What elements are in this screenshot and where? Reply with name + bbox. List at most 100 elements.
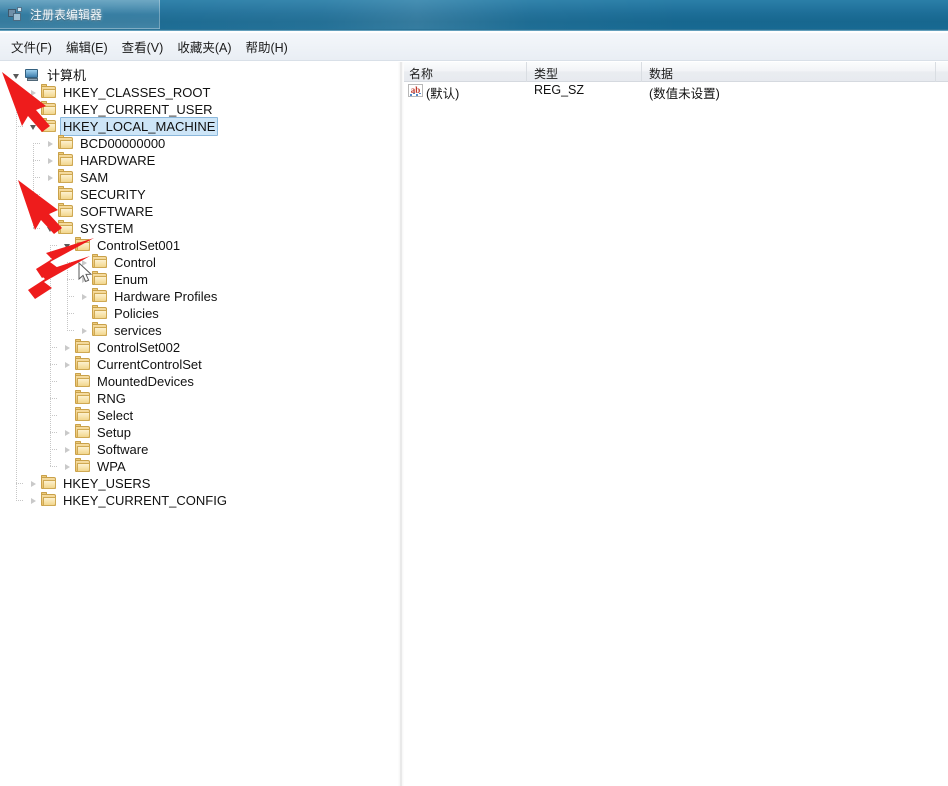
column-separator[interactable] <box>641 62 642 82</box>
tree-node[interactable]: CurrentControlSet <box>0 356 398 373</box>
tree-guide-line <box>50 347 57 348</box>
tree-node[interactable]: SOFTWARE <box>0 203 398 220</box>
chevron-down-icon[interactable] <box>9 67 23 84</box>
registry-editor-window: 注册表编辑器 文件(F) 编辑(E) 查看(V) 收藏夹(A) 帮助(H) 计算… <box>0 0 948 786</box>
value-row[interactable]: ab (默认) REG_SZ (数值未设置) <box>404 82 948 101</box>
column-data[interactable]: 数据 <box>649 65 673 82</box>
tree-guide-line <box>50 466 57 467</box>
menu-edit[interactable]: 编辑(E) <box>59 34 115 59</box>
chevron-right-icon[interactable] <box>77 322 91 339</box>
chevron-down-icon[interactable] <box>60 237 74 254</box>
tree-node[interactable]: Setup <box>0 424 398 441</box>
tree-guide-line <box>67 279 74 280</box>
tree-node[interactable]: SECURITY <box>0 186 398 203</box>
column-type[interactable]: 类型 <box>534 65 558 82</box>
values-list[interactable]: ab (默认) REG_SZ (数值未设置) <box>404 82 948 101</box>
tree-node-label: Enum <box>114 272 148 287</box>
tree-node-leaf-spacer <box>60 390 74 407</box>
tree-node[interactable]: WPA <box>0 458 398 475</box>
tree-node[interactable]: HKEY_CLASSES_ROOT <box>0 84 398 101</box>
folder-icon <box>41 101 56 116</box>
tree-guide-line <box>50 432 57 433</box>
tree-node[interactable]: HKEY_LOCAL_MACHINE <box>0 117 398 136</box>
chevron-right-icon[interactable] <box>60 424 74 441</box>
tree-node[interactable]: SYSTEM <box>0 220 398 237</box>
chevron-right-icon[interactable] <box>60 441 74 458</box>
column-separator[interactable] <box>935 62 936 82</box>
chevron-right-icon[interactable] <box>26 84 40 101</box>
tree-node[interactable]: HKEY_CURRENT_USER <box>0 101 398 118</box>
tree-node-label: Software <box>97 442 149 457</box>
tree-node-label: HKEY_CURRENT_CONFIG <box>63 493 227 508</box>
tree-node[interactable]: Software <box>0 441 398 458</box>
registry-tree-pane[interactable]: 计算机 HKEY_CLASSES_ROOT HKEY_CURRENT_USER HKE… <box>0 62 398 786</box>
tree-node-leaf-spacer <box>77 305 91 322</box>
chevron-right-icon[interactable] <box>26 101 40 118</box>
menu-file[interactable]: 文件(F) <box>4 34 59 59</box>
tree-node[interactable]: BCD00000000 <box>0 135 398 152</box>
tree-node[interactable]: ControlSet001 <box>0 237 398 254</box>
tree-guide-line <box>33 177 40 178</box>
tree-node[interactable]: services <box>0 322 398 339</box>
tree-node-label: Setup <box>97 425 131 440</box>
tree-guide-line <box>50 245 57 246</box>
value-type: REG_SZ <box>534 83 585 97</box>
chevron-right-icon[interactable] <box>43 203 57 220</box>
string-value-icon: ab <box>408 84 423 97</box>
folder-icon <box>92 288 107 303</box>
registry-tree[interactable]: 计算机 HKEY_CLASSES_ROOT HKEY_CURRENT_USER HKE… <box>0 62 398 509</box>
chevron-right-icon[interactable] <box>77 288 91 305</box>
tree-node-label: 计算机 <box>47 68 87 83</box>
tree-node[interactable]: ControlSet002 <box>0 339 398 356</box>
tree-guide-line <box>16 500 23 501</box>
tree-node[interactable]: SAM <box>0 169 398 186</box>
tree-node[interactable]: HARDWARE <box>0 152 398 169</box>
tree-node[interactable]: HKEY_USERS <box>0 475 398 492</box>
tree-node[interactable]: Select <box>0 407 398 424</box>
chevron-right-icon[interactable] <box>77 254 91 271</box>
tree-guide-line <box>33 194 40 195</box>
tree-node-label: SOFTWARE <box>80 204 154 219</box>
folder-icon <box>58 169 73 184</box>
column-name[interactable]: 名称 <box>409 65 433 82</box>
tree-node-label: HKEY_CURRENT_USER <box>63 102 213 117</box>
title-bar: 注册表编辑器 <box>0 0 948 31</box>
chevron-right-icon[interactable] <box>77 271 91 288</box>
tree-node[interactable]: HKEY_CURRENT_CONFIG <box>0 492 398 509</box>
chevron-right-icon[interactable] <box>26 492 40 509</box>
tree-guide-line <box>50 449 57 450</box>
chevron-down-icon[interactable] <box>43 220 57 237</box>
chevron-right-icon[interactable] <box>60 458 74 475</box>
tree-node[interactable]: Control <box>0 254 398 271</box>
tree-node-label: BCD00000000 <box>80 136 166 151</box>
tree-node-label: HKEY_CLASSES_ROOT <box>63 85 211 100</box>
tree-node-label: WPA <box>97 459 126 474</box>
chevron-right-icon[interactable] <box>43 169 57 186</box>
tree-node[interactable]: Enum <box>0 271 398 288</box>
tree-node[interactable]: 计算机 <box>0 67 398 84</box>
tree-node[interactable]: Policies <box>0 305 398 322</box>
registry-values-pane[interactable]: 名称 类型 数据 ab (默认) REG_SZ (数值未设置) <box>404 62 948 786</box>
tree-node[interactable]: RNG <box>0 390 398 407</box>
chevron-down-icon[interactable] <box>26 118 40 135</box>
chevron-right-icon[interactable] <box>26 475 40 492</box>
tree-node[interactable]: Hardware Profiles <box>0 288 398 305</box>
column-separator[interactable] <box>526 62 527 82</box>
chevron-right-icon[interactable] <box>60 339 74 356</box>
values-column-header[interactable]: 名称 类型 数据 <box>404 62 948 82</box>
menu-help[interactable]: 帮助(H) <box>238 34 294 59</box>
tree-node[interactable]: MountedDevices <box>0 373 398 390</box>
computer-icon <box>24 69 40 82</box>
tree-guide-line <box>16 109 23 110</box>
chevron-right-icon[interactable] <box>60 356 74 373</box>
menu-favorites[interactable]: 收藏夹(A) <box>170 34 238 59</box>
chevron-right-icon[interactable] <box>43 135 57 152</box>
folder-icon <box>75 373 90 388</box>
menu-view[interactable]: 查看(V) <box>115 34 171 59</box>
tree-guide-line <box>50 364 57 365</box>
value-data: (数值未设置) <box>649 87 720 101</box>
tree-node-label: Policies <box>114 306 159 321</box>
tree-node-label: ControlSet002 <box>97 340 181 355</box>
chevron-right-icon[interactable] <box>43 152 57 169</box>
folder-icon <box>75 407 90 422</box>
